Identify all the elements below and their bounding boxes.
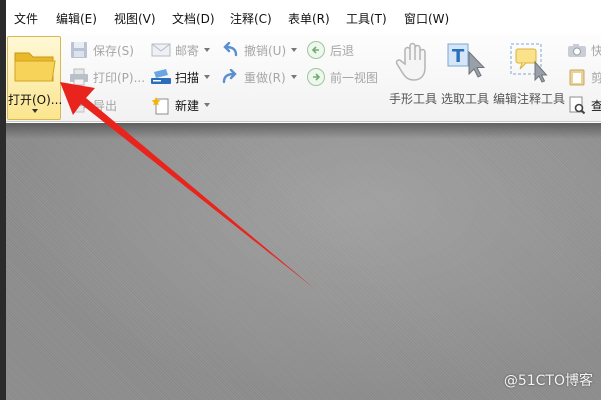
find-button[interactable]: 查	[566, 94, 601, 116]
print-label: 打印(P)...	[93, 70, 146, 85]
back-button[interactable]: 后退	[305, 39, 354, 61]
print-button[interactable]: 打印(P)...	[68, 66, 145, 88]
workspace-shadow	[6, 123, 601, 139]
menu-window[interactable]: 窗口(W)	[404, 8, 449, 30]
svg-text:T: T	[452, 46, 465, 67]
menu-bar: 文件 编辑(E) 视图(V) 文档(D) 注释(C) 表单(R) 工具(T) 窗…	[6, 8, 601, 30]
menu-form[interactable]: 表单(R)	[288, 8, 330, 30]
chevron-down-icon	[32, 109, 38, 113]
redo-label: 重做(R)	[244, 70, 286, 85]
find-document-icon	[566, 95, 588, 115]
undo-label: 撤销(U)	[244, 43, 287, 58]
export-icon	[68, 95, 90, 115]
email-button[interactable]: 邮寄	[150, 39, 211, 61]
hand-icon	[386, 38, 440, 86]
back-label: 后退	[330, 43, 355, 58]
menu-tools[interactable]: 工具(T)	[346, 8, 387, 30]
envelope-icon	[150, 40, 172, 60]
scanner-icon	[150, 67, 172, 87]
new-document-icon	[150, 95, 172, 115]
back-arrow-icon	[305, 40, 327, 60]
select-text-label: 选取工具	[440, 92, 489, 106]
menu-document[interactable]: 文档(D)	[172, 8, 215, 30]
edit-annotation-label: 编辑注释工具	[492, 92, 565, 106]
open-label: 打开(O)...	[8, 93, 63, 107]
select-text-button[interactable]: T 选取工具	[438, 36, 492, 120]
clipboard-button[interactable]: 剪	[566, 66, 601, 88]
folder-icon	[13, 45, 57, 88]
undo-icon	[219, 40, 241, 60]
floppy-disk-icon	[68, 40, 90, 60]
printer-icon	[68, 67, 90, 87]
previous-view-button[interactable]: 前一视图	[305, 66, 378, 88]
scan-label: 扫描	[175, 70, 200, 85]
clipboard-label: 剪	[591, 70, 601, 85]
email-label: 邮寄	[175, 43, 200, 58]
snapshot-button[interactable]: 快	[566, 39, 601, 61]
watermark: @51CTO博客	[503, 373, 593, 389]
chevron-down-icon	[204, 103, 211, 107]
menu-file[interactable]: 文件	[14, 8, 38, 30]
save-button[interactable]: 保存(S)	[68, 39, 134, 61]
chevron-down-icon	[290, 75, 297, 79]
snapshot-label: 快	[591, 43, 601, 58]
chevron-down-icon	[291, 48, 298, 52]
redo-button[interactable]: 重做(R)	[219, 66, 297, 88]
scan-button[interactable]: 扫描	[150, 66, 211, 88]
export-label: 导出	[93, 98, 118, 113]
menu-comment[interactable]: 注释(C)	[230, 8, 272, 30]
edit-annotation-button[interactable]: 编辑注释工具	[492, 36, 566, 120]
forward-arrow-icon	[305, 67, 327, 87]
export-button[interactable]: 导出	[68, 94, 117, 116]
text-select-icon: T	[438, 38, 492, 86]
open-button[interactable]: 打开(O)...	[7, 36, 63, 120]
save-label: 保存(S)	[93, 43, 134, 58]
annotation-edit-icon	[492, 38, 566, 86]
document-workspace[interactable]: @51CTO博客	[6, 123, 601, 400]
menu-view[interactable]: 视图(V)	[114, 8, 156, 30]
hand-tool-button[interactable]: 手形工具	[386, 36, 440, 120]
menu-edit[interactable]: 编辑(E)	[56, 8, 97, 30]
previous-view-label: 前一视图	[330, 70, 379, 85]
app-window: 文件 编辑(E) 视图(V) 文档(D) 注释(C) 表单(R) 工具(T) 窗…	[6, 0, 601, 400]
new-label: 新建	[175, 98, 200, 113]
hand-tool-label: 手形工具	[388, 92, 437, 106]
undo-button[interactable]: 撤销(U)	[219, 39, 298, 61]
ribbon-toolbar: 打开(O)... 保存(S) 打印(P)... 导出 邮寄 扫描 新建 撤销(U…	[6, 34, 601, 122]
camera-icon	[566, 40, 588, 60]
redo-icon	[219, 67, 241, 87]
clipboard-icon	[566, 67, 588, 87]
chevron-down-icon	[204, 48, 211, 52]
new-button[interactable]: 新建	[150, 94, 211, 116]
chevron-down-icon	[204, 75, 211, 79]
find-label: 查	[591, 98, 601, 113]
